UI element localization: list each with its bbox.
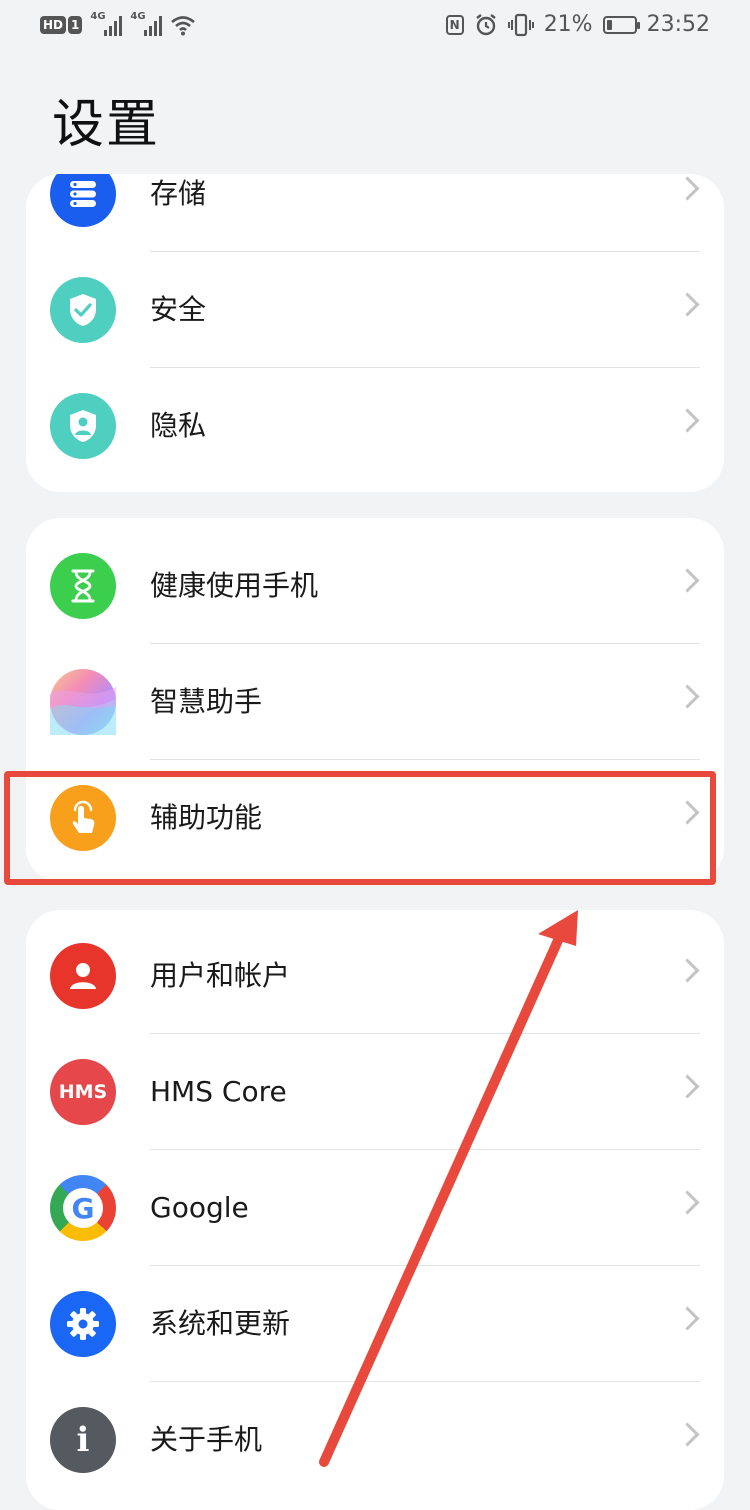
- chevron-right-icon: [675, 292, 700, 317]
- gear-icon: [50, 1291, 116, 1357]
- hd-indicator: HD 1: [40, 16, 83, 34]
- battery-percent: 21%: [543, 12, 593, 37]
- network-type-2: 4G: [130, 11, 146, 22]
- settings-item-label: 安全: [150, 293, 207, 326]
- settings-item-label: 用户和帐户: [150, 959, 291, 992]
- chevron-right-icon: [675, 1074, 700, 1099]
- hourglass-icon: [50, 553, 116, 619]
- settings-item-label: 系统和更新: [150, 1307, 291, 1340]
- chevron-right-icon: [675, 684, 700, 709]
- signal-icon: 4G: [90, 11, 123, 36]
- signal-icon-2: 4G: [130, 11, 163, 36]
- wifi-icon: [171, 16, 196, 36]
- sim-badge: 1: [68, 16, 83, 34]
- settings-item-users-accounts[interactable]: 用户和帐户: [26, 918, 724, 1034]
- settings-group-3: 用户和帐户 HMS HMS Core G Google 系统和更新 i 关于手机: [26, 910, 724, 1510]
- storage-icon: [50, 174, 116, 227]
- settings-item-security[interactable]: 安全: [26, 252, 724, 368]
- highlight-box: [4, 771, 716, 885]
- settings-item-storage[interactable]: 存储: [26, 174, 724, 252]
- nfc-icon: N: [445, 14, 464, 35]
- settings-item-about-phone[interactable]: i 关于手机: [26, 1382, 724, 1498]
- chevron-right-icon: [675, 1422, 700, 1447]
- privacy-icon: [50, 393, 116, 459]
- chevron-right-icon: [675, 958, 700, 983]
- chevron-right-icon: [675, 1306, 700, 1331]
- status-left: HD 1 4G 4G: [40, 11, 196, 36]
- google-icon-letter: G: [71, 1191, 95, 1225]
- settings-item-digital-balance[interactable]: 健康使用手机: [26, 528, 724, 644]
- page-title: 设置: [52, 95, 161, 155]
- settings-item-label: Google: [150, 1191, 249, 1224]
- clock: 23:52: [646, 12, 710, 37]
- chevron-right-icon: [675, 176, 700, 201]
- settings-item-privacy[interactable]: 隐私: [26, 368, 724, 484]
- google-icon: G: [50, 1175, 116, 1241]
- user-icon: [50, 943, 116, 1009]
- assistant-icon: [50, 669, 116, 735]
- alarm-icon: [475, 13, 496, 35]
- hms-core-icon: HMS: [50, 1059, 116, 1125]
- settings-item-label: 隐私: [150, 409, 207, 442]
- status-right: N 21% 23:52: [445, 12, 710, 37]
- settings-item-google[interactable]: G Google: [26, 1150, 724, 1266]
- settings-item-label: 关于手机: [150, 1423, 263, 1456]
- status-bar: HD 1 4G 4G N 21% 23:52: [0, 0, 750, 58]
- chevron-right-icon: [675, 1190, 700, 1215]
- settings-item-label: 存储: [150, 177, 207, 210]
- chevron-right-icon: [675, 408, 700, 433]
- settings-item-system-update[interactable]: 系统和更新: [26, 1266, 724, 1382]
- info-icon: i: [50, 1407, 116, 1473]
- info-icon-letter: i: [76, 1420, 90, 1460]
- settings-item-hms-core[interactable]: HMS HMS Core: [26, 1034, 724, 1150]
- settings-group-1: 存储 安全 隐私: [26, 174, 724, 492]
- vibrate-icon: [507, 13, 534, 36]
- security-shield-icon: [50, 277, 116, 343]
- hd-badge: HD: [40, 16, 67, 34]
- battery-icon: [602, 15, 640, 34]
- network-type-1: 4G: [90, 11, 106, 22]
- settings-item-label: 健康使用手机: [150, 569, 319, 602]
- settings-item-label: HMS Core: [150, 1075, 287, 1108]
- hms-core-icon-text: HMS: [58, 1081, 108, 1103]
- chevron-right-icon: [675, 568, 700, 593]
- settings-item-smart-assistant[interactable]: 智慧助手: [26, 644, 724, 760]
- settings-item-label: 智慧助手: [150, 685, 263, 718]
